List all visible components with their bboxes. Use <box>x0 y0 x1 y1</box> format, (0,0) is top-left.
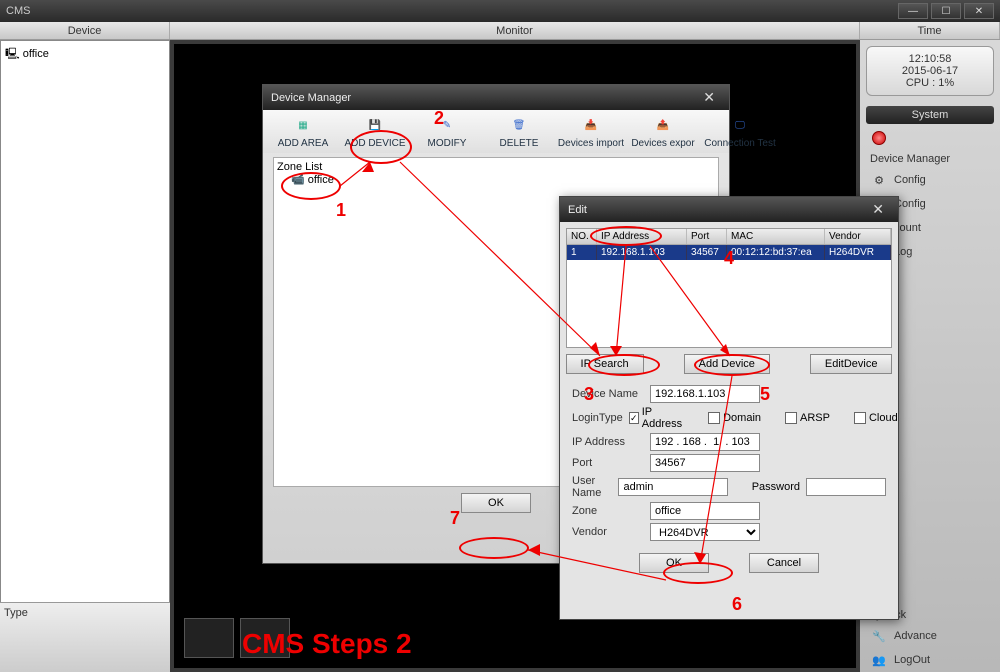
type-label: Type <box>4 607 28 619</box>
add-device-button[interactable]: Add Device <box>684 354 770 374</box>
clock-time: 12:10:58 <box>873 53 987 65</box>
login-type-label: LoginType <box>572 412 623 424</box>
import-icon: 📥 <box>577 114 605 136</box>
port-input[interactable] <box>650 454 760 472</box>
main-window-titlebar: CMS — ☐ ✕ <box>0 0 1000 22</box>
cell-port: 34567 <box>687 245 727 260</box>
col-no[interactable]: NO. <box>567 229 597 244</box>
edit-dialog: Edit ✕ NO. IP Address Port MAC Vendor 1 … <box>559 196 899 620</box>
modify-button[interactable]: ✎MODIFY <box>411 114 483 149</box>
cloud-checkbox[interactable]: Cloud <box>854 412 898 424</box>
domain-checkbox[interactable]: Domain <box>708 412 761 424</box>
device-icon: 💾 <box>361 114 389 136</box>
close-icon[interactable]: ✕ <box>866 201 890 218</box>
ip-address-checkbox[interactable]: ✓IP Address <box>629 406 684 430</box>
user-label: User Name <box>572 475 612 499</box>
edit-titlebar[interactable]: Edit ✕ <box>560 197 898 222</box>
ip-label: IP Address <box>572 436 644 448</box>
tab-time: Time <box>860 22 1000 39</box>
col-mac[interactable]: MAC <box>727 229 825 244</box>
device-name-label: Device Name <box>572 388 644 400</box>
export-button[interactable]: 📤Devices expor <box>627 114 699 149</box>
tree-root[interactable]: office <box>23 48 49 60</box>
vendor-label: Vendor <box>572 526 644 538</box>
type-panel: Type <box>0 602 170 672</box>
vendor-select[interactable]: H264DVR <box>650 523 760 541</box>
main-tab-bar: Device Monitor Time <box>0 22 1000 40</box>
zone-item[interactable]: 📹 office <box>277 173 715 186</box>
app-title: CMS <box>6 5 895 17</box>
maximize-button[interactable]: ☐ <box>931 3 961 19</box>
cell-vendor: H264DVR <box>825 245 891 260</box>
zone-input[interactable] <box>650 502 760 520</box>
user-input[interactable] <box>618 478 728 496</box>
import-button[interactable]: 📥Devices import <box>555 114 627 149</box>
wrench-icon: 🔧 <box>870 627 888 645</box>
grid-row[interactable]: 1 192.168.1.103 34567 00:12:12:bd:37:ea … <box>567 245 891 260</box>
sidebar-advance[interactable]: 🔧Advance <box>860 624 1000 648</box>
grid-header: NO. IP Address Port MAC Vendor <box>567 229 891 245</box>
edit-form: Device Name LoginType ✓IP Address Domain… <box>560 378 898 580</box>
device-manager-title: Device Manager <box>271 92 697 104</box>
password-label: Password <box>752 481 800 493</box>
zone-list-label: Zone List <box>277 161 715 173</box>
connection-test-button[interactable]: 🖵Connection Test <box>699 114 781 149</box>
ip-input[interactable] <box>650 433 760 451</box>
tab-monitor[interactable]: Monitor <box>170 22 860 39</box>
device-name-input[interactable] <box>650 385 760 403</box>
delete-button[interactable]: 🗑DELETE <box>483 114 555 149</box>
add-device-button[interactable]: 💾ADD DEVICE <box>339 114 411 149</box>
clock-date: 2015-06-17 <box>873 65 987 77</box>
password-input[interactable] <box>806 478 886 496</box>
zone-label: Zone <box>572 505 644 517</box>
area-icon: ▦ <box>289 114 317 136</box>
monitor-icon: 🖵 <box>726 114 754 136</box>
device-manager-toolbar: ▦ADD AREA 💾ADD DEVICE ✎MODIFY 🗑DELETE 📥D… <box>263 110 729 153</box>
ip-search-button[interactable]: IP Search <box>566 354 644 374</box>
device-manager-ok-button[interactable]: OK <box>461 493 531 513</box>
device-grid[interactable]: NO. IP Address Port MAC Vendor 1 192.168… <box>566 228 892 348</box>
cell-ip: 192.168.1.103 <box>597 245 687 260</box>
sidebar-local-config[interactable]: ⚙Config <box>860 168 1000 192</box>
device-manager-label[interactable]: Device Manager <box>860 150 1000 168</box>
minimize-button[interactable]: — <box>898 3 928 19</box>
device-manager-titlebar[interactable]: Device Manager ✕ <box>263 85 729 110</box>
col-ip[interactable]: IP Address <box>597 229 687 244</box>
col-port[interactable]: Port <box>687 229 727 244</box>
system-header: System <box>866 106 994 124</box>
add-area-button[interactable]: ▦ADD AREA <box>267 114 339 149</box>
col-vendor[interactable]: Vendor <box>825 229 891 244</box>
edit-device-button[interactable]: EditDevice <box>810 354 893 374</box>
sidebar-logout[interactable]: 👥LogOut <box>860 648 1000 672</box>
clock-cpu: CPU : 1% <box>873 77 987 89</box>
pencil-icon: ✎ <box>433 114 461 136</box>
close-icon[interactable]: ✕ <box>697 89 721 106</box>
gear-icon: ⚙ <box>870 171 888 189</box>
port-label: Port <box>572 457 644 469</box>
edit-cancel-button[interactable]: Cancel <box>749 553 819 573</box>
users-icon: 👥 <box>870 651 888 669</box>
tab-device[interactable]: Device <box>0 22 170 39</box>
device-tree[interactable]: 🖳 office <box>0 40 170 672</box>
cell-no: 1 <box>567 245 597 260</box>
trash-icon: 🗑 <box>505 114 533 136</box>
edit-ok-button[interactable]: OK <box>639 553 709 573</box>
cell-mac: 00:12:12:bd:37:ea <box>727 245 825 260</box>
thumbnail[interactable] <box>184 618 234 658</box>
edit-title: Edit <box>568 204 866 216</box>
record-icon <box>870 129 888 147</box>
annotation-title: CMS Steps 2 <box>242 628 412 660</box>
close-button[interactable]: ✕ <box>964 3 994 19</box>
export-icon: 📤 <box>649 114 677 136</box>
arsp-checkbox[interactable]: ARSP <box>785 412 830 424</box>
clock-box: 12:10:58 2015-06-17 CPU : 1% <box>866 46 994 96</box>
sidebar-device-manager[interactable] <box>860 126 1000 150</box>
